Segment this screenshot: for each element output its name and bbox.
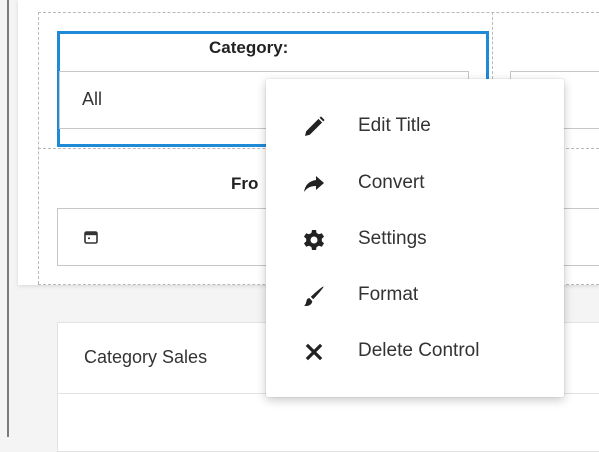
category-label: Category: (209, 38, 289, 57)
menu-item-convert[interactable]: Convert (266, 155, 564, 211)
share-arrow-icon (304, 176, 324, 192)
gear-icon (304, 230, 324, 250)
menu-item-label: Convert (358, 172, 425, 193)
brush-icon (304, 286, 324, 306)
menu-item-format[interactable]: Format (266, 267, 564, 323)
menu-item-settings[interactable]: Settings (266, 211, 564, 267)
menu-item-label: Format (358, 284, 419, 305)
from-date-label: Fro (231, 174, 259, 193)
layout-guide-top (38, 12, 599, 13)
control-context-menu: Edit Title Convert Settings Format Delet… (266, 79, 564, 397)
menu-item-label: Edit Title (358, 115, 431, 136)
menu-item-delete-control[interactable]: Delete Control (266, 323, 564, 379)
pencil-icon (305, 116, 325, 136)
calendar-icon[interactable] (84, 230, 98, 244)
category-dropdown-value: All (82, 89, 103, 109)
chart-card-title: Category Sales (84, 347, 208, 367)
menu-item-edit-title[interactable]: Edit Title (266, 98, 564, 154)
menu-item-label: Settings (358, 228, 427, 249)
close-icon (305, 343, 323, 361)
canvas-left-edge (0, 0, 9, 437)
menu-item-label: Delete Control (358, 340, 480, 361)
